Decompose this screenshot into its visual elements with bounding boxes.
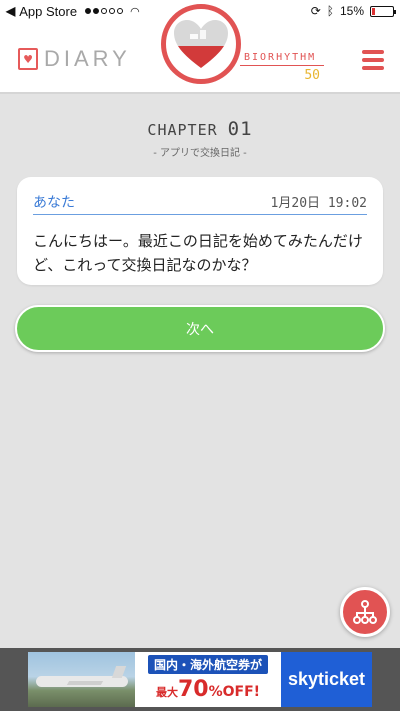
status-right: ⟳ ᛒ 15% bbox=[311, 4, 400, 18]
message-card: あなた 1月20日 19:02 こんにちはー。最近この日記を始めてみたんだけど、… bbox=[17, 177, 383, 285]
biorhythm-value: 50 bbox=[304, 68, 320, 83]
message-header: あなた 1月20日 19:02 bbox=[33, 189, 367, 215]
diary-logo[interactable]: ♥ DIARY bbox=[18, 46, 131, 72]
ad-banner[interactable]: 国内・海外航空券が 最大70%OFF! skyticket bbox=[28, 652, 372, 707]
chapter-title: CHAPTER 01 bbox=[0, 118, 400, 140]
heart-icon bbox=[174, 20, 228, 68]
lock-rotation-icon: ⟳ bbox=[310, 4, 321, 18]
back-to-app-icon[interactable]: ◀ bbox=[6, 4, 15, 18]
ad-discount-number: 70 bbox=[177, 677, 209, 702]
signal-icon bbox=[85, 8, 124, 14]
message-time: 1月20日 19:02 bbox=[270, 196, 367, 211]
chapter-heading: CHAPTER 01 - アプリで交換日記 - bbox=[0, 118, 400, 159]
chapter-number: 01 bbox=[227, 118, 253, 140]
message-sender: あなた bbox=[33, 194, 75, 211]
chapter-subtitle: - アプリで交換日記 - bbox=[153, 148, 247, 159]
biorhythm-box: BIORHYTHM 50 bbox=[240, 52, 324, 83]
hamburger-menu-icon[interactable] bbox=[362, 50, 384, 70]
next-button[interactable]: 次へ bbox=[15, 305, 385, 352]
message-body: こんにちはー。最近この日記を始めてみたんだけど、これって交換日記なのかな？ bbox=[33, 232, 363, 274]
battery-percent: 15% bbox=[339, 4, 364, 18]
diary-logo-text: DIARY bbox=[44, 46, 131, 71]
status-left: ◀ App Store ◠ bbox=[0, 4, 150, 19]
carrier-label[interactable]: App Store bbox=[19, 4, 77, 19]
ad-brand: skyticket bbox=[281, 652, 372, 707]
chapter-label: CHAPTER bbox=[147, 121, 218, 139]
bluetooth-icon: ᛒ bbox=[326, 4, 334, 18]
wifi-icon: ◠ bbox=[130, 5, 140, 18]
battery-icon bbox=[370, 5, 396, 17]
heart-gauge[interactable] bbox=[161, 4, 241, 84]
ad-discount-suffix: %OFF! bbox=[208, 684, 261, 700]
ad-bar: 国内・海外航空券が 最大70%OFF! skyticket bbox=[0, 648, 400, 711]
ad-headline: 国内・海外航空券が bbox=[147, 655, 268, 674]
ad-discount: 最大70%OFF! bbox=[139, 677, 277, 702]
ad-discount-prefix: 最大 bbox=[155, 686, 178, 699]
biorhythm-title: BIORHYTHM bbox=[240, 52, 324, 66]
hierarchy-icon bbox=[353, 600, 377, 624]
share-tree-button[interactable] bbox=[340, 587, 390, 637]
airplane-image bbox=[28, 652, 135, 707]
battery-fill bbox=[372, 7, 375, 15]
ad-copy: 国内・海外航空券が 最大70%OFF! bbox=[135, 652, 281, 707]
diary-book-icon: ♥ bbox=[18, 48, 38, 70]
